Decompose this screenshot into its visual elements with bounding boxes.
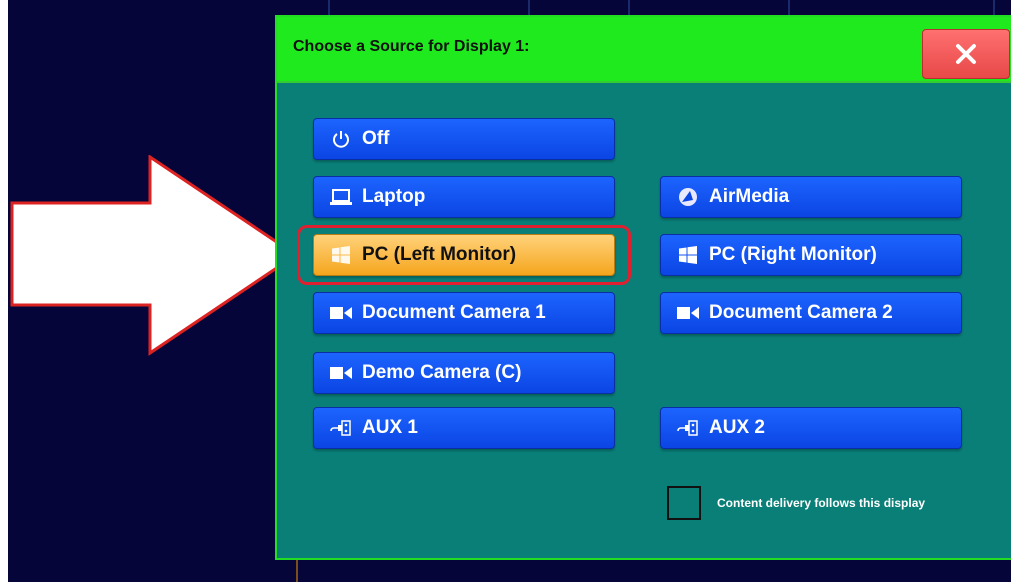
close-icon xyxy=(956,44,976,64)
source-label: AirMedia xyxy=(709,186,790,207)
source-label: PC (Right Monitor) xyxy=(709,244,877,265)
windows-icon xyxy=(677,245,699,265)
power-icon xyxy=(330,129,352,149)
airmedia-icon xyxy=(677,187,699,207)
background-stripe xyxy=(788,0,790,16)
laptop-icon xyxy=(330,187,352,207)
source-label: Demo Camera (C) xyxy=(362,362,522,383)
camera-icon xyxy=(677,303,699,323)
source-button-aux-1[interactable]: AUX 1 xyxy=(313,407,615,449)
content-delivery-label: Content delivery follows this display xyxy=(717,496,926,510)
dialog-title: Choose a Source for Display 1: xyxy=(293,38,530,55)
aux-cable-icon xyxy=(330,418,352,438)
source-selection-dialog: Choose a Source for Display 1: Off Lapto… xyxy=(275,15,1011,560)
close-button[interactable] xyxy=(922,29,1010,79)
source-button-airmedia[interactable]: AirMedia xyxy=(660,176,962,218)
source-button-document-camera-1[interactable]: Document Camera 1 xyxy=(313,292,615,334)
source-label: Document Camera 2 xyxy=(709,302,893,323)
source-button-off[interactable]: Off xyxy=(313,118,615,160)
source-button-demo-camera[interactable]: Demo Camera (C) xyxy=(313,352,615,394)
dialog-titlebar: Choose a Source for Display 1: xyxy=(277,17,1011,83)
background-stripe xyxy=(528,0,530,16)
source-label: AUX 2 xyxy=(709,417,765,438)
source-label: AUX 1 xyxy=(362,417,418,438)
aux-cable-icon xyxy=(677,418,699,438)
camera-icon xyxy=(330,303,352,323)
source-button-pc-right[interactable]: PC (Right Monitor) xyxy=(660,234,962,276)
source-button-aux-2[interactable]: AUX 2 xyxy=(660,407,962,449)
background-stripe xyxy=(328,0,330,16)
content-delivery-checkbox[interactable] xyxy=(667,486,701,520)
source-label: Off xyxy=(362,128,390,149)
pointer-arrow-annotation xyxy=(10,155,299,356)
background-stripe xyxy=(628,0,630,16)
source-button-document-camera-2[interactable]: Document Camera 2 xyxy=(660,292,962,334)
background-stripe xyxy=(993,0,995,16)
source-label: Laptop xyxy=(362,186,426,207)
camera-icon xyxy=(330,363,352,383)
source-button-laptop[interactable]: Laptop xyxy=(313,176,615,218)
selection-highlight-annotation xyxy=(297,225,631,285)
source-label: Document Camera 1 xyxy=(362,302,546,323)
